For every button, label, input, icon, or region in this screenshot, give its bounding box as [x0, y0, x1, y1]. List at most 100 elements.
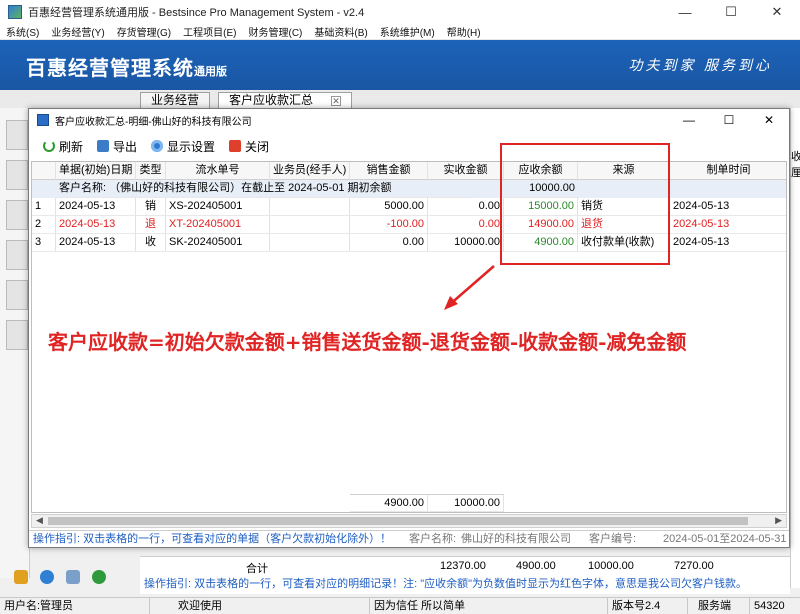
tab-business[interactable]: 业务经营: [140, 92, 211, 108]
status-welcome: 欢迎使用: [174, 598, 370, 614]
dialog-titlebar: 客户应收款汇总-明细-佛山好的科技有限公司 — ☐ ✕: [29, 109, 789, 131]
scrollbar-thumb[interactable]: [48, 517, 748, 525]
side-button[interactable]: [6, 320, 28, 350]
close-button[interactable]: ✕: [754, 0, 800, 24]
maximize-button[interactable]: ☐: [708, 0, 754, 24]
main-total-value: 12370.00: [440, 560, 486, 572]
table-row[interactable]: 1 2024-05-13 销 XS-202405001 5000.00 0.00…: [32, 198, 786, 216]
menu-project[interactable]: 工程项目(E): [177, 24, 242, 39]
cell-source: 退货: [578, 216, 670, 234]
header-cell[interactable]: 业务员(经手人): [270, 162, 350, 180]
cell-source: 销货: [578, 198, 670, 216]
bottom-left-toolbar: [14, 570, 106, 584]
dialog-guide-text: 操作指引: 双击表格的一行，可查看对应的单据（客户欠款初始化除外）！: [33, 533, 392, 545]
menu-maintenance[interactable]: 系统维护(M): [374, 24, 441, 39]
opening-balance-row[interactable]: 客户名称: （佛山好的科技有限公司）在截止至 2024-05-01 期初余额 1…: [32, 180, 786, 198]
cell-sales: 5000.00: [350, 198, 428, 216]
menu-basic-data[interactable]: 基础资料(B): [308, 24, 373, 39]
side-button[interactable]: [6, 120, 28, 150]
total-sales: 4900.00: [350, 494, 428, 512]
tab-close-icon[interactable]: ✕: [331, 96, 342, 106]
table-row[interactable]: 2 2024-05-13 退 XT-202405001 -100.00 0.00…: [32, 216, 786, 234]
side-button[interactable]: [6, 160, 28, 190]
cell-staff: [270, 234, 350, 252]
display-settings-button[interactable]: 显示设置: [151, 138, 215, 155]
cell-staff: [270, 198, 350, 216]
dialog-maximize-button[interactable]: ☐: [709, 109, 749, 131]
side-button[interactable]: [6, 240, 28, 270]
menu-help[interactable]: 帮助(H): [441, 24, 487, 39]
dialog-minimize-button[interactable]: —: [669, 109, 709, 131]
opening-balance-value: 10000.00: [504, 180, 578, 198]
row-index: 3: [32, 234, 56, 252]
side-button[interactable]: [6, 280, 28, 310]
scroll-left-icon[interactable]: ◀: [36, 515, 43, 526]
background-grid-edge: 收厘: [790, 108, 800, 588]
date-range: 2024-05-01至2024-05-31: [663, 533, 787, 545]
window-controls: — ☐ ✕: [662, 0, 800, 24]
header-cell[interactable]: 来源: [578, 162, 670, 180]
cell-balance: 15000.00: [504, 198, 578, 216]
cell-type: 销: [136, 198, 166, 216]
window-title: 百惠经营管理系统通用版 - Bestsince Pro Management S…: [28, 7, 365, 19]
status-version: 版本号2.4: [608, 598, 688, 614]
table-row[interactable]: 3 2024-05-13 收 SK-202405001 0.00 10000.0…: [32, 234, 786, 252]
header-cell[interactable]: 实收金额: [428, 162, 504, 180]
menu-finance[interactable]: 财务管理(C): [242, 24, 308, 39]
menu-bar: 系统(S) 业务经营(Y) 存货管理(G) 工程项目(E) 财务管理(C) 基础…: [0, 24, 800, 40]
cell-type: 退: [136, 216, 166, 234]
header-cell[interactable]: 销售金额: [350, 162, 428, 180]
left-panel: [0, 108, 30, 578]
cell-type: 收: [136, 234, 166, 252]
total-label: 合计: [246, 563, 268, 575]
refresh-icon: [43, 140, 55, 152]
cell-serial: SK-202405001: [166, 234, 270, 252]
export-button[interactable]: 导出: [97, 138, 137, 155]
tab-receivable-summary[interactable]: 客户应收款汇总 ✕: [218, 92, 353, 108]
gear-icon: [151, 140, 164, 152]
status-extra: 54320: [754, 600, 785, 612]
outer-tab-bar: 业务经营 客户应收款汇总 ✕: [0, 90, 800, 108]
main-guide-text: 操作指引: 双击表格的一行，可查看对应的明细记录！注: "应收余额"为负数值时显…: [140, 576, 790, 594]
horizontal-scrollbar[interactable]: ◀ ▶: [31, 514, 787, 528]
menu-business[interactable]: 业务经营(Y): [45, 24, 110, 39]
cell-staff: [270, 216, 350, 234]
refresh-icon[interactable]: [92, 570, 106, 584]
customer-name-value: 佛山好的科技有限公司: [461, 533, 571, 545]
app-icon: [8, 5, 22, 19]
minimize-button[interactable]: —: [662, 0, 708, 24]
cell-received: 0.00: [428, 216, 504, 234]
header-cell[interactable]: 单据(初始)日期: [56, 162, 136, 180]
header-cell[interactable]: 类型: [136, 162, 166, 180]
header-cell[interactable]: 应收余额: [504, 162, 578, 180]
menu-system[interactable]: 系统(S): [0, 24, 45, 39]
header-cell[interactable]: 制单时间: [670, 162, 786, 180]
total-received: 10000.00: [428, 494, 504, 512]
annotation-arrow-icon: [444, 265, 495, 310]
status-motto: 因为信任 所以简单: [370, 598, 608, 614]
cell-date: 2024-05-13: [56, 234, 136, 252]
side-button[interactable]: [6, 200, 28, 230]
status-user: 用户名:管理员: [0, 598, 150, 614]
menu-inventory[interactable]: 存货管理(G): [111, 24, 177, 39]
close-icon: [229, 140, 242, 152]
scroll-right-icon[interactable]: ▶: [775, 515, 782, 526]
cell-sales: -100.00: [350, 216, 428, 234]
app-banner: 百惠经营管理系统通用版 功夫到家 服务到心: [0, 40, 800, 90]
refresh-button[interactable]: 刷新: [43, 138, 83, 155]
monitor-icon[interactable]: [66, 570, 80, 584]
folder-icon[interactable]: [14, 570, 28, 584]
cell-created: 2024-05-13: [670, 216, 786, 234]
cell-created: 2024-05-13: [670, 234, 786, 252]
cell-sales: 0.00: [350, 234, 428, 252]
main-total-value: 7270.00: [674, 560, 714, 572]
dialog-controls: — ☐ ✕: [669, 109, 789, 131]
cell-received: 0.00: [428, 198, 504, 216]
dialog-status-bar: 操作指引: 双击表格的一行，可查看对应的单据（客户欠款初始化除外）！ 客户名称:…: [29, 530, 789, 547]
close-dialog-button[interactable]: 关闭: [229, 138, 269, 155]
dialog-close-button[interactable]: ✕: [749, 109, 789, 131]
cell-serial: XT-202405001: [166, 216, 270, 234]
clock-icon[interactable]: [40, 570, 54, 584]
header-cell[interactable]: 流水单号: [166, 162, 270, 180]
background-header-fragment: 收厘: [791, 151, 800, 179]
